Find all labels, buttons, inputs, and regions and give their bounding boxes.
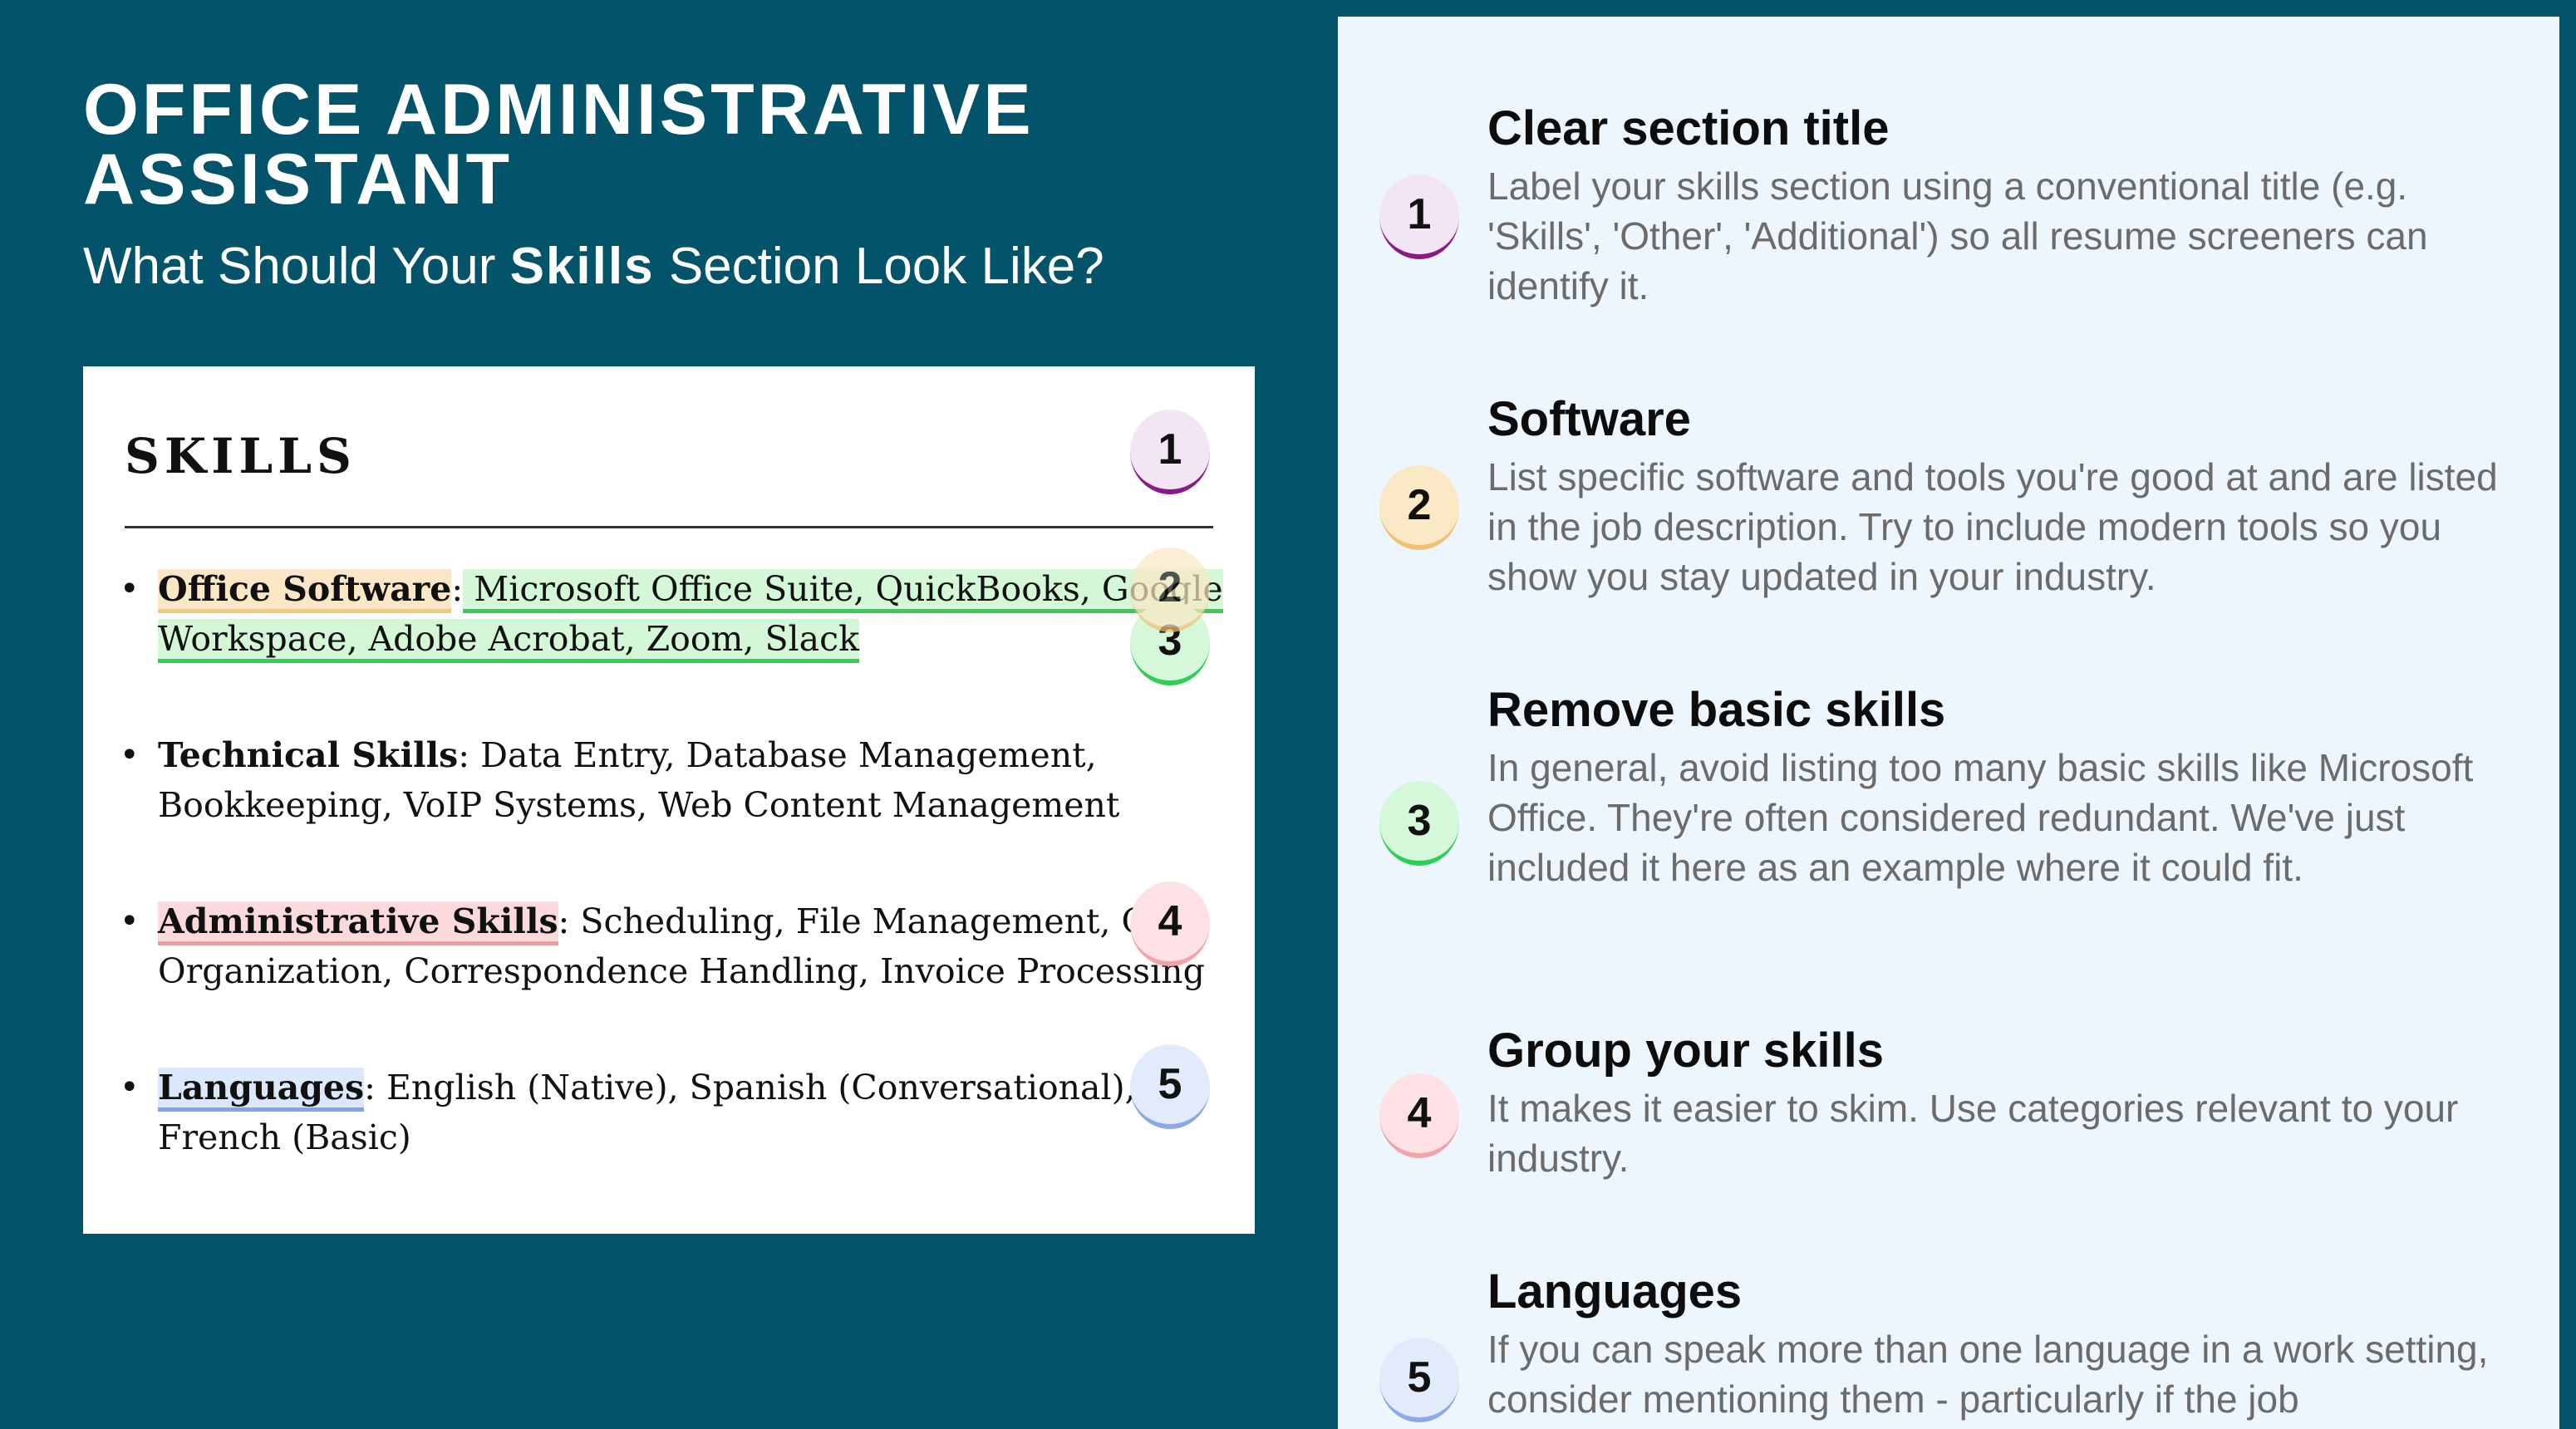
bullet: • <box>120 1068 140 1107</box>
tip-badge-5: 5 <box>1379 1338 1459 1422</box>
bullet: • <box>120 570 140 608</box>
skill-values-line-2: Workspace, Adobe Acrobat, Zoom, Slack <box>158 619 859 663</box>
skill-values-line-2: Organization, Correspondence Handling, I… <box>158 951 1205 991</box>
title-line-2: ASSISTANT <box>83 140 513 219</box>
skill-separator: : <box>558 901 570 941</box>
skill-item-office-software: • Office Software: Microsoft Office Suit… <box>120 564 1230 664</box>
tip-title: Languages <box>1487 1264 1743 1319</box>
skills-heading: SKILLS <box>125 428 356 484</box>
badge-1: 1 <box>1130 410 1210 494</box>
tip-title: Clear section title <box>1487 101 1890 155</box>
skill-separator: : <box>364 1068 376 1107</box>
skill-category: Office Software <box>158 569 452 613</box>
skill-category: Technical Skills <box>158 735 459 775</box>
skill-category: Languages <box>158 1068 365 1112</box>
tip-title: Group your skills <box>1487 1024 1884 1078</box>
tip-title: Remove basic skills <box>1487 683 1946 737</box>
skill-category: Administrative Skills <box>158 901 558 945</box>
tip-badge-4: 4 <box>1379 1073 1459 1158</box>
skill-values-line-2: Bookkeeping, VoIP Systems, Web Content M… <box>158 785 1120 825</box>
subtitle-prefix: What Should Your <box>83 238 510 295</box>
tip-body: If you can speak more than one language … <box>1487 1328 2489 1421</box>
skill-separator: : <box>451 569 464 609</box>
tip-body: Label your skills section using a conven… <box>1487 165 2428 307</box>
tip-badge-3: 3 <box>1379 781 1459 866</box>
subtitle-bold: Skills <box>509 238 655 295</box>
skill-values-line-2: French (Basic) <box>158 1117 411 1157</box>
tip-badge-1: 1 <box>1379 174 1459 259</box>
skill-values-line-1: Scheduling, File Management, O <box>569 901 1150 941</box>
tip-body: It makes it easier to skim. Use categori… <box>1487 1087 2459 1180</box>
tip-body: List specific software and tools you're … <box>1487 455 2498 598</box>
page-subtitle: What Should Your Skills Section Look Lik… <box>83 237 1104 297</box>
skill-item-languages: • Languages: English (Native), Spanish (… <box>120 1063 1230 1162</box>
page-title: OFFICE ADMINISTRATIVE ASSISTANT <box>83 74 1035 215</box>
tip-badge-2: 2 <box>1379 465 1459 550</box>
skill-item-administrative-skills: • Administrative Skills: Scheduling, Fil… <box>120 896 1230 996</box>
skills-example-card: SKILLS 1 • Office Software: Microsoft Of… <box>83 366 1255 1234</box>
badge-2: 2 <box>1130 548 1210 632</box>
tip-body: In general, avoid listing too many basic… <box>1487 746 2474 889</box>
tip-title: Software <box>1487 392 1691 446</box>
skill-values-line-1: English (Native), Spanish (Conversationa… <box>375 1068 1136 1107</box>
bullet: • <box>120 902 140 940</box>
title-line-1: OFFICE ADMINISTRATIVE <box>83 70 1035 150</box>
skill-separator: : <box>458 735 470 775</box>
bullet: • <box>120 736 140 774</box>
subtitle-suffix: Section Look Like? <box>654 238 1104 295</box>
skill-values-line-1: Microsoft Office Suite, QuickBooks, Goog… <box>463 569 1223 613</box>
heading-divider <box>125 526 1213 528</box>
badge-5: 5 <box>1130 1044 1210 1129</box>
badge-4: 4 <box>1130 881 1210 966</box>
skill-values-line-1: Data Entry, Database Management, <box>469 735 1097 775</box>
skill-item-technical-skills: • Technical Skills: Data Entry, Database… <box>120 730 1230 830</box>
tips-panel: 1 Clear section title Label your skills … <box>1338 17 2559 1429</box>
